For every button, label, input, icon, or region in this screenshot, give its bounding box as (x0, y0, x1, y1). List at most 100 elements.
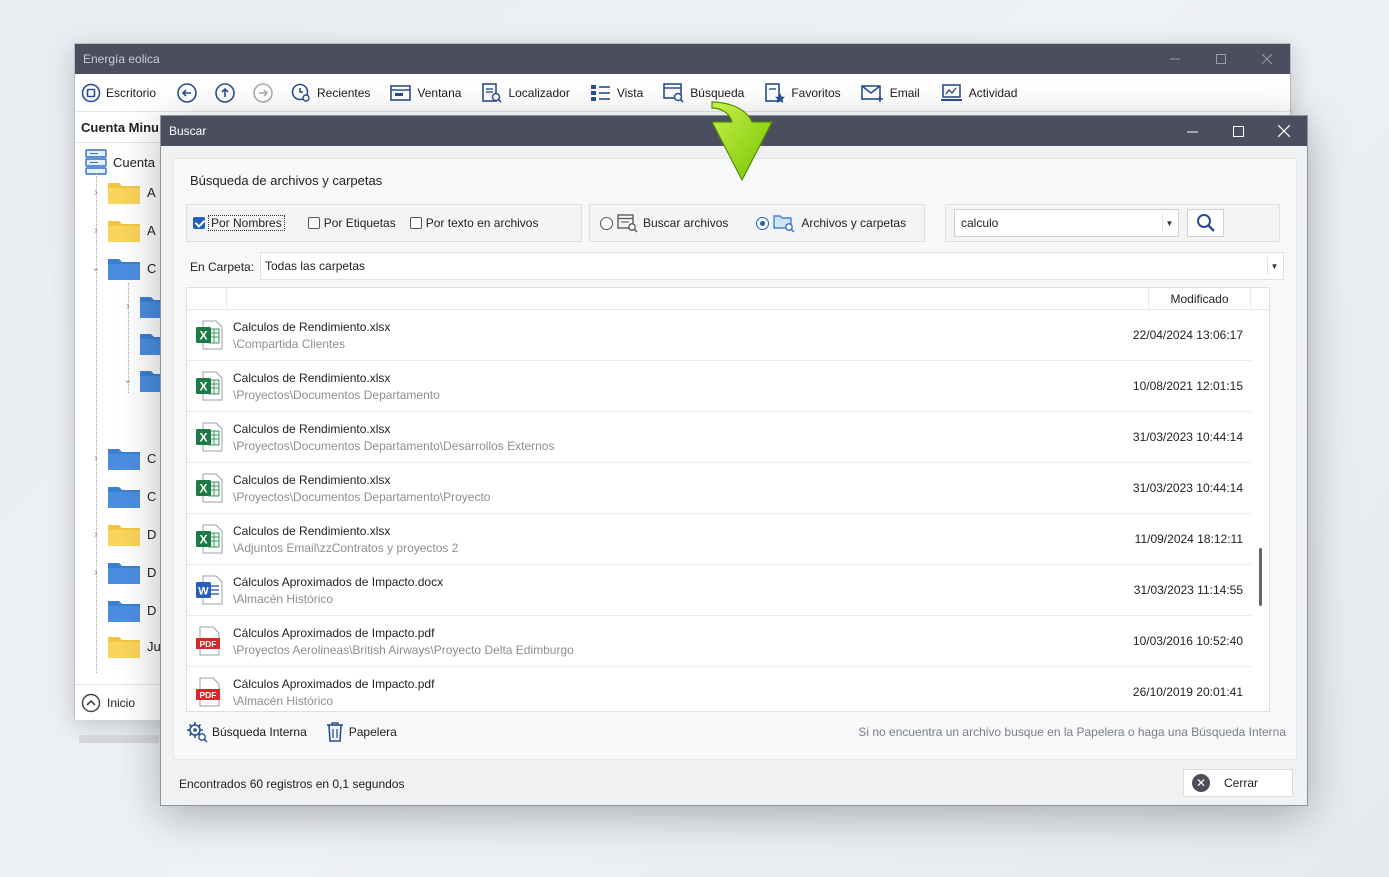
tree-node[interactable]: › (123, 293, 160, 319)
maximize-button[interactable] (1198, 44, 1244, 74)
dialog-maximize-button[interactable] (1215, 116, 1261, 146)
tree-node[interactable]: D (91, 597, 156, 623)
chevron-down-icon[interactable]: ⌄ (91, 263, 101, 274)
activity-icon (940, 83, 962, 101)
radio-archivos-carpetas[interactable]: Archivos y carpetas (756, 213, 906, 233)
checkbox-checked-icon[interactable] (193, 217, 205, 229)
trash-button[interactable]: Papelera (325, 721, 397, 743)
checkbox-por-nombres[interactable]: Por Nombres (193, 215, 285, 231)
up-button[interactable] (214, 82, 236, 104)
close-icon (1278, 125, 1290, 137)
folder-tree: Cuenta › A › A ⌄ C › ⌄ › C C › D › D D J… (75, 143, 161, 688)
dialog-minimize-button[interactable] (1169, 116, 1215, 146)
tree-node[interactable]: › A (91, 217, 156, 243)
folder-blue-icon (108, 449, 140, 470)
tree-node[interactable]: Ju (91, 633, 160, 659)
tree-node[interactable]: › C (91, 445, 156, 471)
locator-icon (482, 82, 503, 103)
toolbar-actividad[interactable]: Actividad (940, 83, 1017, 103)
chevron-right-icon[interactable]: › (91, 225, 101, 236)
result-row[interactable]: X Calculos de Rendimiento.xlsx \Proyecto… (187, 361, 1269, 412)
internal-search-button[interactable]: Búsqueda Interna (186, 721, 307, 743)
horizontal-scrollbar[interactable] (79, 735, 159, 743)
svg-text:X: X (199, 380, 207, 394)
result-row[interactable]: X Calculos de Rendimiento.xlsx \Adjuntos… (187, 514, 1269, 565)
tree-node-label: C (147, 450, 157, 466)
result-name: Cálculos Aproximados de Impacto.pdf (233, 625, 435, 640)
chevron-right-icon[interactable]: › (91, 187, 101, 198)
left-footer[interactable]: Inicio (75, 684, 161, 720)
result-date: 10/08/2021 12:01:15 (1132, 379, 1243, 393)
chevron-right-icon[interactable]: › (123, 301, 133, 312)
column-icon-header[interactable] (187, 288, 227, 309)
toolbar-localizador[interactable]: Localizador (481, 82, 570, 104)
svg-text:PDF: PDF (200, 690, 217, 700)
result-text: Cálculos Aproximados de Impacto.docx \Al… (231, 575, 1129, 606)
scrollbar-thumb[interactable] (1259, 548, 1262, 606)
search-input[interactable]: calculo ▼ (954, 209, 1179, 237)
file-type-icon: PDF (187, 626, 231, 656)
column-modified-header[interactable]: Modificado (1149, 288, 1251, 309)
result-row[interactable]: W Cálculos Aproximados de Impacto.docx \… (187, 565, 1269, 616)
toolbar-ventana[interactable]: Ventana (390, 83, 461, 103)
chevron-down-icon[interactable]: ⌄ (123, 375, 133, 386)
result-name: Cálculos Aproximados de Impacto.docx (233, 574, 444, 589)
chevron-right-icon[interactable]: › (91, 453, 101, 464)
tree-node[interactable]: › D (91, 559, 156, 585)
tree-node-label: C (147, 260, 157, 276)
minimize-button[interactable] (1152, 44, 1198, 74)
tree-node[interactable]: ⌄ (123, 367, 160, 393)
search-button[interactable] (1187, 209, 1224, 237)
svg-text:PDF: PDF (200, 639, 217, 649)
checkbox-por-texto[interactable]: Por texto en archivos (409, 216, 538, 230)
toolbar-email[interactable]: Email (860, 83, 920, 103)
vertical-scrollbar[interactable] (1251, 310, 1269, 711)
toolbar-recientes[interactable]: Recientes (290, 82, 370, 104)
tree-node[interactable]: ⌄ C (91, 255, 156, 281)
close-window-button[interactable] (1244, 44, 1290, 74)
internal-search-label: Búsqueda Interna (212, 725, 307, 739)
dropdown-arrow-icon[interactable]: ▼ (1162, 214, 1176, 232)
toolbar-escritorio[interactable]: Escritorio (81, 83, 156, 103)
tree-node[interactable]: › D (91, 521, 156, 547)
folder-blue-icon (108, 563, 140, 584)
dropdown-arrow-icon[interactable]: ▼ (1267, 257, 1281, 275)
folder-select[interactable]: Todas las carpetas ▼ (260, 252, 1284, 280)
close-circle-icon: ✕ (1192, 774, 1210, 792)
back-button[interactable] (176, 82, 198, 104)
tree-node-label: D (147, 602, 157, 618)
tree-node[interactable]: › A (91, 179, 156, 205)
tree-node[interactable] (123, 330, 160, 356)
cerrar-button[interactable]: ✕ Cerrar (1183, 769, 1293, 797)
tree-node-label: A (147, 222, 156, 238)
dialog-close-button[interactable] (1261, 116, 1307, 146)
result-date: 31/03/2023 11:14:55 (1133, 583, 1243, 597)
search-type-group: Buscar archivos Archivos y carpetas (589, 204, 925, 242)
folder-yellow-icon (108, 525, 140, 546)
tree-node[interactable]: C (91, 483, 156, 509)
result-text: Calculos de Rendimiento.xlsx \Proyectos\… (231, 422, 1129, 453)
file-type-icon: X (187, 320, 231, 350)
radio-icon[interactable] (600, 216, 613, 230)
folder-label: En Carpeta: (190, 260, 255, 274)
excel-file-icon: X (196, 422, 223, 452)
result-row[interactable]: PDF Cálculos Aproximados de Impacto.pdf … (187, 667, 1269, 711)
radio-buscar-archivos[interactable]: Buscar archivos (600, 213, 728, 233)
result-row[interactable]: X Calculos de Rendimiento.xlsx \Proyecto… (187, 463, 1269, 514)
result-row[interactable]: PDF Cálculos Aproximados de Impacto.pdf … (187, 616, 1269, 667)
forward-button[interactable] (252, 82, 274, 104)
result-row[interactable]: X Calculos de Rendimiento.xlsx \Comparti… (187, 310, 1269, 361)
folder-blue-icon (140, 334, 160, 355)
checkbox-icon[interactable] (409, 217, 422, 229)
result-path: \Proyectos Aerolineas\British Airways\Pr… (233, 642, 574, 657)
result-text: Cálculos Aproximados de Impacto.pdf \Alm… (231, 677, 1129, 708)
radio-selected-icon[interactable] (756, 216, 770, 230)
toolbar-vista[interactable]: Vista (590, 83, 643, 103)
result-row[interactable]: X Calculos de Rendimiento.xlsx \Proyecto… (187, 412, 1269, 463)
checkbox-icon[interactable] (307, 217, 320, 229)
chevron-right-icon[interactable]: › (91, 567, 101, 578)
tree-root[interactable]: Cuenta (85, 149, 155, 175)
column-name-header[interactable] (227, 288, 1149, 309)
chevron-right-icon[interactable]: › (91, 529, 101, 540)
checkbox-por-etiquetas[interactable]: Por Etiquetas (307, 216, 396, 230)
